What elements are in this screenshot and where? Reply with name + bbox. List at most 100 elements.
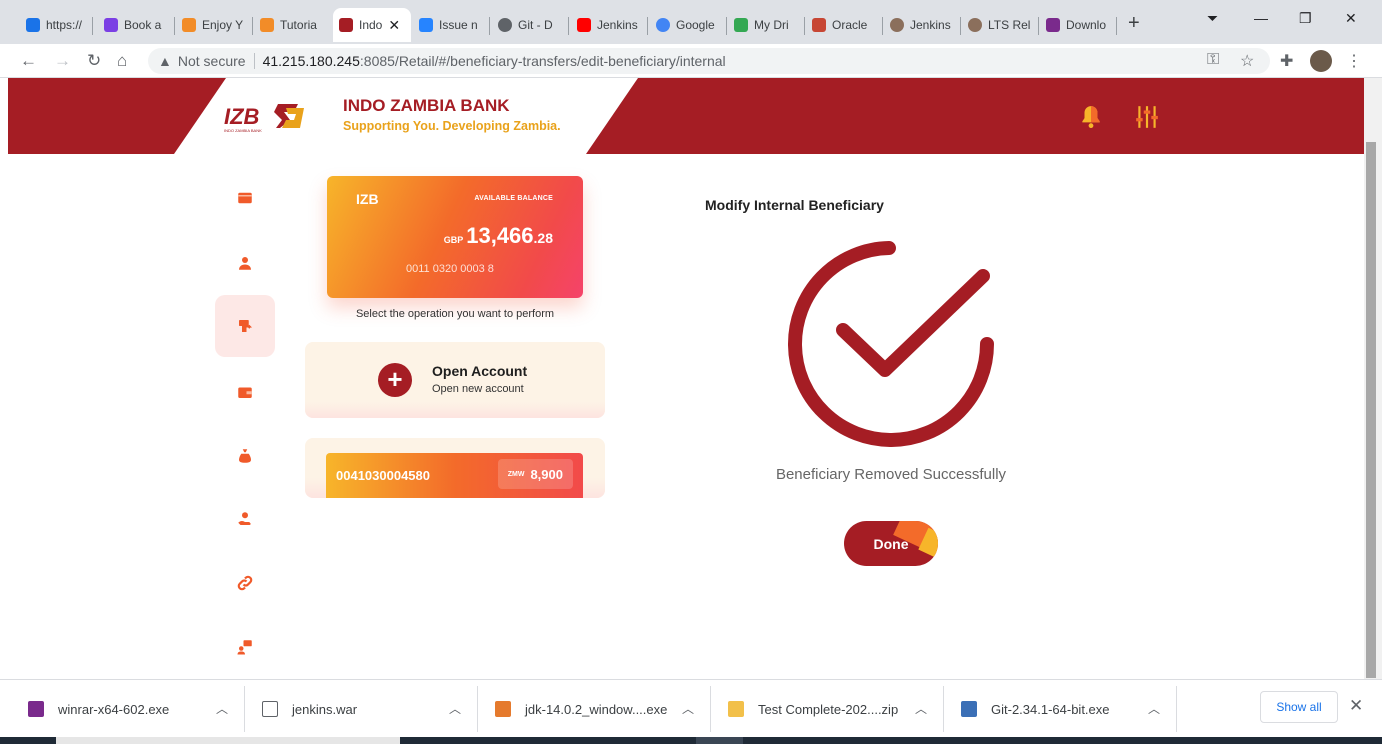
zip-file-icon <box>728 701 744 717</box>
download-options-caret-icon[interactable]: ︿ <box>216 700 228 717</box>
downloads-bar: winrar-x64-602.exe ︿ jenkins.war ︿ jdk-1… <box>0 679 1382 737</box>
forward-icon[interactable]: → <box>54 51 71 71</box>
open-account-button[interactable]: + Open Account Open new account <box>305 342 605 418</box>
java-file-icon <box>495 701 511 717</box>
installer-file-icon <box>961 701 977 717</box>
reload-icon[interactable]: ↻ <box>87 51 101 71</box>
account-card[interactable]: 0041030004580 ZMW 8,900 <box>305 438 605 498</box>
account-amount: 8,900 <box>530 466 563 482</box>
account-strip[interactable]: 0041030004580 ZMW 8,900 <box>326 453 583 498</box>
tab-favicon-icon <box>890 18 904 32</box>
close-downloads-icon[interactable]: ✕ <box>1349 696 1363 716</box>
winrar-file-icon <box>28 701 44 717</box>
browser-tab[interactable]: Tutoria <box>254 8 331 42</box>
sidebar-item-support[interactable] <box>215 616 275 678</box>
tab-favicon-icon <box>812 18 826 32</box>
menu-dots-icon[interactable]: ⋮ <box>1346 51 1362 71</box>
open-account-subtitle: Open new account <box>432 383 524 395</box>
window-close-icon[interactable]: ✕ <box>1345 10 1357 27</box>
balance-integer: 13,466 <box>466 223 534 248</box>
download-item[interactable]: jdk-14.0.2_window....exe <box>495 680 667 738</box>
bookmark-star-icon[interactable]: ☆ <box>1240 51 1254 71</box>
browser-tab[interactable]: Book a <box>98 8 175 42</box>
address-bar[interactable]: ▲ Not secure 41.215.180.245:8085/Retail/… <box>148 48 1270 74</box>
url-host: 41.215.180.245 <box>262 53 360 69</box>
svg-text:IZB: IZB <box>224 104 260 129</box>
download-options-caret-icon[interactable]: ︿ <box>449 700 461 717</box>
tab-favicon-icon <box>498 18 512 32</box>
sidebar-item-transfers[interactable] <box>215 295 275 357</box>
balance-currency: GBP <box>443 235 464 245</box>
browser-tab[interactable]: Git - D <box>492 8 569 42</box>
browser-tab[interactable]: My Dri <box>728 8 805 42</box>
tab-favicon-icon <box>339 18 353 32</box>
download-options-caret-icon[interactable]: ︿ <box>682 700 694 717</box>
download-options-caret-icon[interactable]: ︿ <box>1148 700 1160 717</box>
user-icon <box>239 257 251 270</box>
browser-tab-strip: https:// Book a Enjoy Y Tutoria Indo ✕ Is… <box>0 0 1382 44</box>
sidebar-item-cards[interactable] <box>215 167 275 229</box>
browser-tab[interactable]: Issue n <box>413 8 490 42</box>
download-item[interactable]: winrar-x64-602.exe <box>28 680 169 738</box>
sidebar-item-loans[interactable] <box>215 425 275 487</box>
browser-tab[interactable]: Jenkins <box>884 8 961 42</box>
scrollbar-thumb[interactable] <box>1366 142 1376 678</box>
sidebar-item-profile[interactable] <box>215 232 275 294</box>
plus-circle-icon: + <box>378 363 412 397</box>
tab-search-icon[interactable]: ⏷ <box>1207 10 1218 27</box>
account-balance: ZMW 8,900 <box>497 459 573 489</box>
bank-tagline: Supporting You. Developing Zambia. <box>343 119 561 133</box>
browser-tab[interactable]: https:// <box>20 8 93 42</box>
minimize-icon[interactable]: — <box>1254 10 1268 26</box>
tab-favicon-icon <box>968 18 982 32</box>
izb-logo[interactable]: IZB INDO ZAMBIA BANK <box>224 98 314 134</box>
card-account-number: 0011 0320 0003 8 <box>406 263 494 275</box>
security-status[interactable]: Not secure <box>178 53 246 69</box>
back-icon[interactable]: ← <box>20 51 37 71</box>
logo-panel: IZB INDO ZAMBIA BANK INDO ZAMBIA BANK Su… <box>174 78 638 154</box>
show-all-button[interactable]: Show all <box>1260 691 1338 723</box>
tab-favicon-icon <box>104 18 118 32</box>
browser-tab[interactable]: Enjoy Y <box>176 8 253 42</box>
notification-bell-icon[interactable] <box>1078 104 1104 130</box>
warning-icon: ▲ <box>158 53 172 69</box>
available-balance-label: AVAILABLE BALANCE <box>474 195 553 202</box>
site-header: IZB INDO ZAMBIA BANK INDO ZAMBIA BANK Su… <box>8 78 1364 154</box>
download-item[interactable]: Test Complete-202....zip <box>728 680 898 738</box>
tab-favicon-icon <box>577 18 591 32</box>
browser-tab[interactable]: Google <box>650 8 727 42</box>
tab-favicon-icon <box>182 18 196 32</box>
tab-favicon-icon <box>734 18 748 32</box>
home-icon[interactable]: ⌂ <box>117 51 127 71</box>
sidebar-item-wallet[interactable] <box>215 361 275 423</box>
browser-tab[interactable]: Oracle <box>806 8 883 42</box>
card-bank-label: IZB <box>356 191 379 207</box>
page-title: Modify Internal Beneficiary <box>705 197 884 213</box>
download-item[interactable]: Git-2.34.1-64-bit.exe <box>961 680 1110 738</box>
done-button[interactable]: Done <box>844 521 938 566</box>
success-message: Beneficiary Removed Successfully <box>775 466 1007 483</box>
transfer-icon <box>239 320 253 332</box>
success-check-icon <box>788 241 994 447</box>
password-key-icon[interactable]: ⚿ <box>1207 51 1219 69</box>
download-item[interactable]: jenkins.war <box>262 680 357 738</box>
settings-sliders-icon[interactable] <box>1134 104 1160 130</box>
tab-close-icon[interactable]: ✕ <box>388 17 400 34</box>
sidebar-item-links[interactable] <box>215 552 275 614</box>
extensions-puzzle-icon[interactable]: ✚ <box>1280 51 1293 71</box>
hand-user-icon <box>238 512 251 525</box>
new-tab-button[interactable]: + <box>1128 12 1140 35</box>
tab-favicon-icon <box>656 18 670 32</box>
tab-favicon-icon <box>1046 18 1060 32</box>
browser-tab[interactable]: LTS Rel <box>962 8 1039 42</box>
balance-card[interactable]: IZB AVAILABLE BALANCE GBP 13,466 .28 001… <box>327 176 583 298</box>
browser-tab[interactable]: Downlo <box>1040 8 1117 42</box>
balance-decimal: .28 <box>533 230 553 246</box>
browser-tab[interactable]: Jenkins <box>571 8 648 42</box>
download-options-caret-icon[interactable]: ︿ <box>915 700 927 717</box>
profile-avatar[interactable] <box>1310 50 1332 72</box>
bank-name: INDO ZAMBIA BANK <box>343 96 510 115</box>
restore-icon[interactable]: ❐ <box>1299 10 1312 27</box>
browser-tab-active[interactable]: Indo ✕ <box>333 8 411 42</box>
sidebar-item-beneficiary[interactable] <box>215 488 275 550</box>
